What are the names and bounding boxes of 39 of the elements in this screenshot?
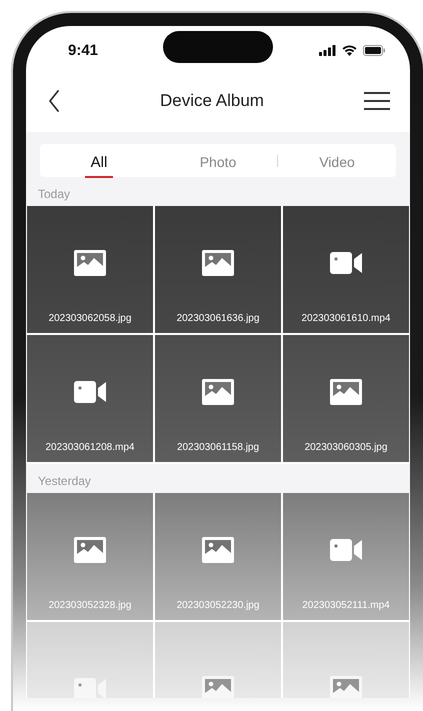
image-icon [330,676,362,698]
media-thumbnail[interactable]: 202303061208.mp4 [27,335,153,462]
file-name: 202303052111.mp4 [302,600,390,613]
video-camera-icon [74,678,106,698]
media-thumbnail[interactable]: 202303061636.jpg [155,206,281,333]
media-thumbnail[interactable]: 202303060305.jpg [283,335,409,462]
tab[interactable]: Video [278,144,396,177]
battery-icon [363,44,385,56]
media-thumbnail[interactable]: 202303062058.jpg [27,206,153,333]
wifi-icon [342,44,357,56]
tab[interactable]: Photo [159,144,277,177]
tab[interactable]: All [40,144,158,177]
back-icon [48,90,60,112]
file-name: 202303061208.mp4 [46,442,134,455]
image-icon [74,536,106,562]
file-name: 202303060305.jpg [304,442,388,455]
file-name: 202303061610.mp4 [302,313,390,326]
section-heading: Today [37,186,72,203]
menu-icon [364,91,390,111]
image-icon [202,378,234,404]
image-icon [202,536,234,562]
image-icon [74,250,106,276]
file-name: 202303052328.jpg [48,600,132,613]
signal-icon [319,44,336,56]
video-camera-icon [330,538,362,560]
file-name: 202303062058.jpg [48,313,132,326]
video-camera-icon [74,380,106,402]
screen-title: Device Album [160,91,264,111]
video-camera-icon [330,252,362,274]
status-time: 9:41 [68,42,98,58]
media-thumbnail[interactable]: 202303061158.jpg [155,335,281,462]
image-icon [202,250,234,276]
file-name: 202303061636.jpg [176,313,260,326]
image-icon [202,676,234,698]
section-heading: Yesterday [37,473,92,490]
file-name: 202303052230.jpg [176,600,260,613]
file-name: 202303061158.jpg [176,442,260,455]
image-icon [330,378,362,404]
media-thumbnail[interactable]: 202303061610.mp4 [283,206,409,333]
